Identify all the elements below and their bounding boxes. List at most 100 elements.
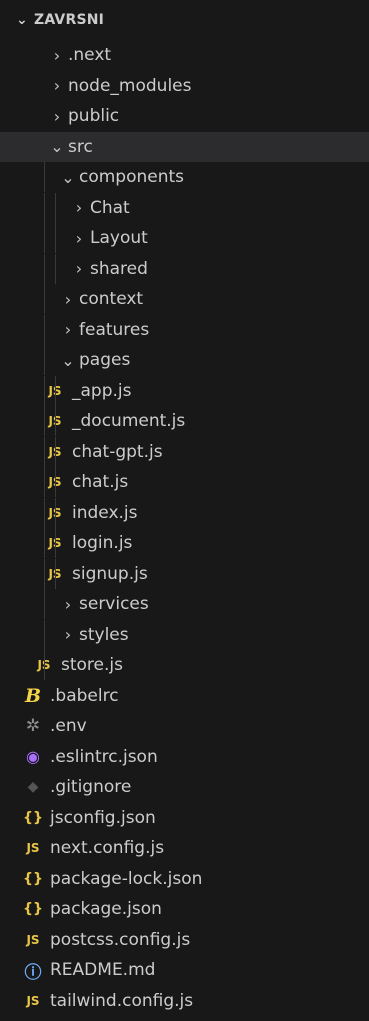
info-icon: ⓘ — [24, 962, 42, 983]
json-braces-icon: {} — [23, 901, 43, 917]
eslint-icon: ◉ — [26, 747, 40, 766]
chevron-right-icon[interactable]: › — [68, 259, 90, 278]
tree-item-label: store.js — [61, 655, 123, 675]
tree-item-next-config-js[interactable]: JS next.config.js — [0, 833, 369, 863]
tree-item-components[interactable]: ⌄ components — [0, 162, 369, 192]
tree-item-next[interactable]: › .next — [0, 40, 369, 70]
chevron-down-icon[interactable]: ⌄ — [57, 168, 79, 187]
tree-item-label: .babelrc — [50, 685, 119, 706]
tree-item-layout[interactable]: › Layout — [0, 223, 369, 253]
indent-guide — [44, 406, 45, 436]
chevron-right-icon[interactable]: › — [68, 198, 90, 217]
indent-guide — [44, 314, 45, 345]
chevron-right-icon[interactable]: › — [57, 320, 79, 339]
chevron-right-icon[interactable]: › — [57, 595, 79, 614]
tree-item-env[interactable]: ✲ .env — [0, 711, 369, 741]
explorer-title: ZAVRSNI — [34, 12, 105, 28]
tree-item-node-modules[interactable]: › node_modules — [0, 71, 369, 101]
tree-item-label: _app.js — [72, 380, 132, 401]
tree-item-label: src — [68, 136, 93, 157]
tree-item-label: package-lock.json — [50, 868, 203, 889]
json-braces-icon: {} — [23, 870, 43, 887]
chevron-right-icon[interactable]: › — [46, 46, 68, 65]
tree-item-jsconfig-json[interactable]: {} jsconfig.json — [0, 803, 369, 833]
tree-item-eslintrc-json[interactable]: ◉ .eslintrc.json — [0, 742, 369, 772]
indent-guide — [44, 192, 45, 223]
chevron-down-icon[interactable]: ⌄ — [57, 351, 79, 370]
chevron-right-icon[interactable]: › — [46, 76, 68, 95]
tree-item-login-js[interactable]: JSlogin.js — [0, 528, 369, 558]
tree-item-label: index.js — [72, 502, 138, 523]
tree-item-label: .env — [50, 716, 87, 736]
tree-item-label: chat.js — [72, 472, 129, 492]
indent-guide — [44, 253, 45, 284]
json-braces-icon: {} — [23, 809, 43, 826]
tree-item-label: jsconfig.json — [50, 807, 156, 828]
tree-item-label: .gitignore — [50, 777, 132, 797]
chevron-down-icon: ⌄ — [16, 12, 28, 28]
tree-item-store-js[interactable]: JSstore.js — [0, 650, 369, 680]
tree-item-chat-js[interactable]: JSchat.js — [0, 467, 369, 497]
tree-item-chat[interactable]: › Chat — [0, 192, 369, 223]
tree-item-pages[interactable]: ⌄ pages — [0, 345, 369, 375]
indent-guide — [55, 192, 56, 223]
tree-item-postcss-config-js[interactable]: JS postcss.config.js — [0, 925, 369, 955]
indent-guide — [55, 558, 56, 589]
explorer-header-zavrsni[interactable]: ⌄ ZAVRSNI — [0, 0, 369, 40]
tree-item-label: .eslintrc.json — [50, 746, 158, 767]
indent-guide — [44, 375, 45, 406]
indent-guide — [44, 467, 45, 497]
indent-guide — [44, 436, 45, 467]
chevron-right-icon[interactable]: › — [57, 625, 79, 644]
tree-item-package-json[interactable]: {} package.json — [0, 894, 369, 924]
tree-item-package-lock-json[interactable]: {} package-lock.json — [0, 864, 369, 894]
indent-guide — [55, 375, 56, 406]
tree-item-chat-gpt-js[interactable]: JSchat-gpt.js — [0, 436, 369, 467]
tree-item-shared[interactable]: › shared — [0, 253, 369, 284]
indent-guide — [55, 406, 56, 436]
tree-item-public[interactable]: › public — [0, 101, 369, 131]
indent-guide — [44, 650, 45, 680]
indent-guide — [44, 345, 45, 375]
tree-item-label: .next — [68, 45, 112, 65]
tree-item-signup-js[interactable]: JSsignup.js — [0, 558, 369, 589]
tree-item-label: context — [79, 289, 144, 309]
chevron-down-icon[interactable]: ⌄ — [46, 137, 68, 156]
indent-guide — [55, 253, 56, 284]
javascript-file-icon: JS — [26, 841, 40, 855]
tree-item-styles[interactable]: › styles — [0, 619, 369, 650]
tree-item-babelrc[interactable]: B .babelrc — [0, 681, 369, 711]
tree-item-label: Chat — [90, 197, 130, 218]
tree-item-index-js[interactable]: JSindex.js — [0, 497, 369, 528]
tree-item-label: package.json — [50, 899, 162, 919]
javascript-file-icon: JS — [26, 993, 40, 1008]
tree-item-label: signup.js — [72, 563, 148, 584]
chevron-right-icon[interactable]: › — [68, 229, 90, 248]
tree-item-src[interactable]: ⌄ src — [0, 131, 369, 162]
tree-item-label: Layout — [90, 228, 148, 248]
tree-item-gitignore[interactable]: ◆ .gitignore — [0, 772, 369, 802]
tree-item-app-js[interactable]: JS_app.js — [0, 375, 369, 406]
tree-item-features[interactable]: › features — [0, 314, 369, 345]
tree-item-label: README.md — [50, 960, 156, 980]
indent-guide — [44, 497, 45, 528]
chevron-right-icon[interactable]: › — [46, 107, 68, 126]
tree-item-label: styles — [79, 624, 129, 645]
indent-guide — [44, 619, 45, 650]
file-explorer: ⌄ ZAVRSNI › .next › node_modules › public ⌄ src… — [0, 0, 369, 1021]
indent-guide — [44, 528, 45, 558]
tree-item-readme-md[interactable]: ⓘ README.md — [0, 955, 369, 985]
indent-guide — [44, 162, 45, 192]
chevron-right-icon[interactable]: › — [57, 290, 79, 309]
tree-item-label: pages — [79, 350, 131, 370]
tree-item-document-js[interactable]: JS_document.js — [0, 406, 369, 436]
git-icon: ◆ — [27, 779, 39, 795]
tree-item-tailwind-config-js[interactable]: JS tailwind.config.js — [0, 986, 369, 1016]
tree-item-label: login.js — [72, 533, 133, 553]
tree-item-label: postcss.config.js — [50, 929, 191, 950]
tree-item-label: services — [79, 594, 149, 614]
tree-item-label: tailwind.config.js — [50, 990, 194, 1011]
indent-guide — [55, 497, 56, 528]
tree-item-context[interactable]: › context — [0, 284, 369, 314]
tree-item-services[interactable]: › services — [0, 589, 369, 619]
